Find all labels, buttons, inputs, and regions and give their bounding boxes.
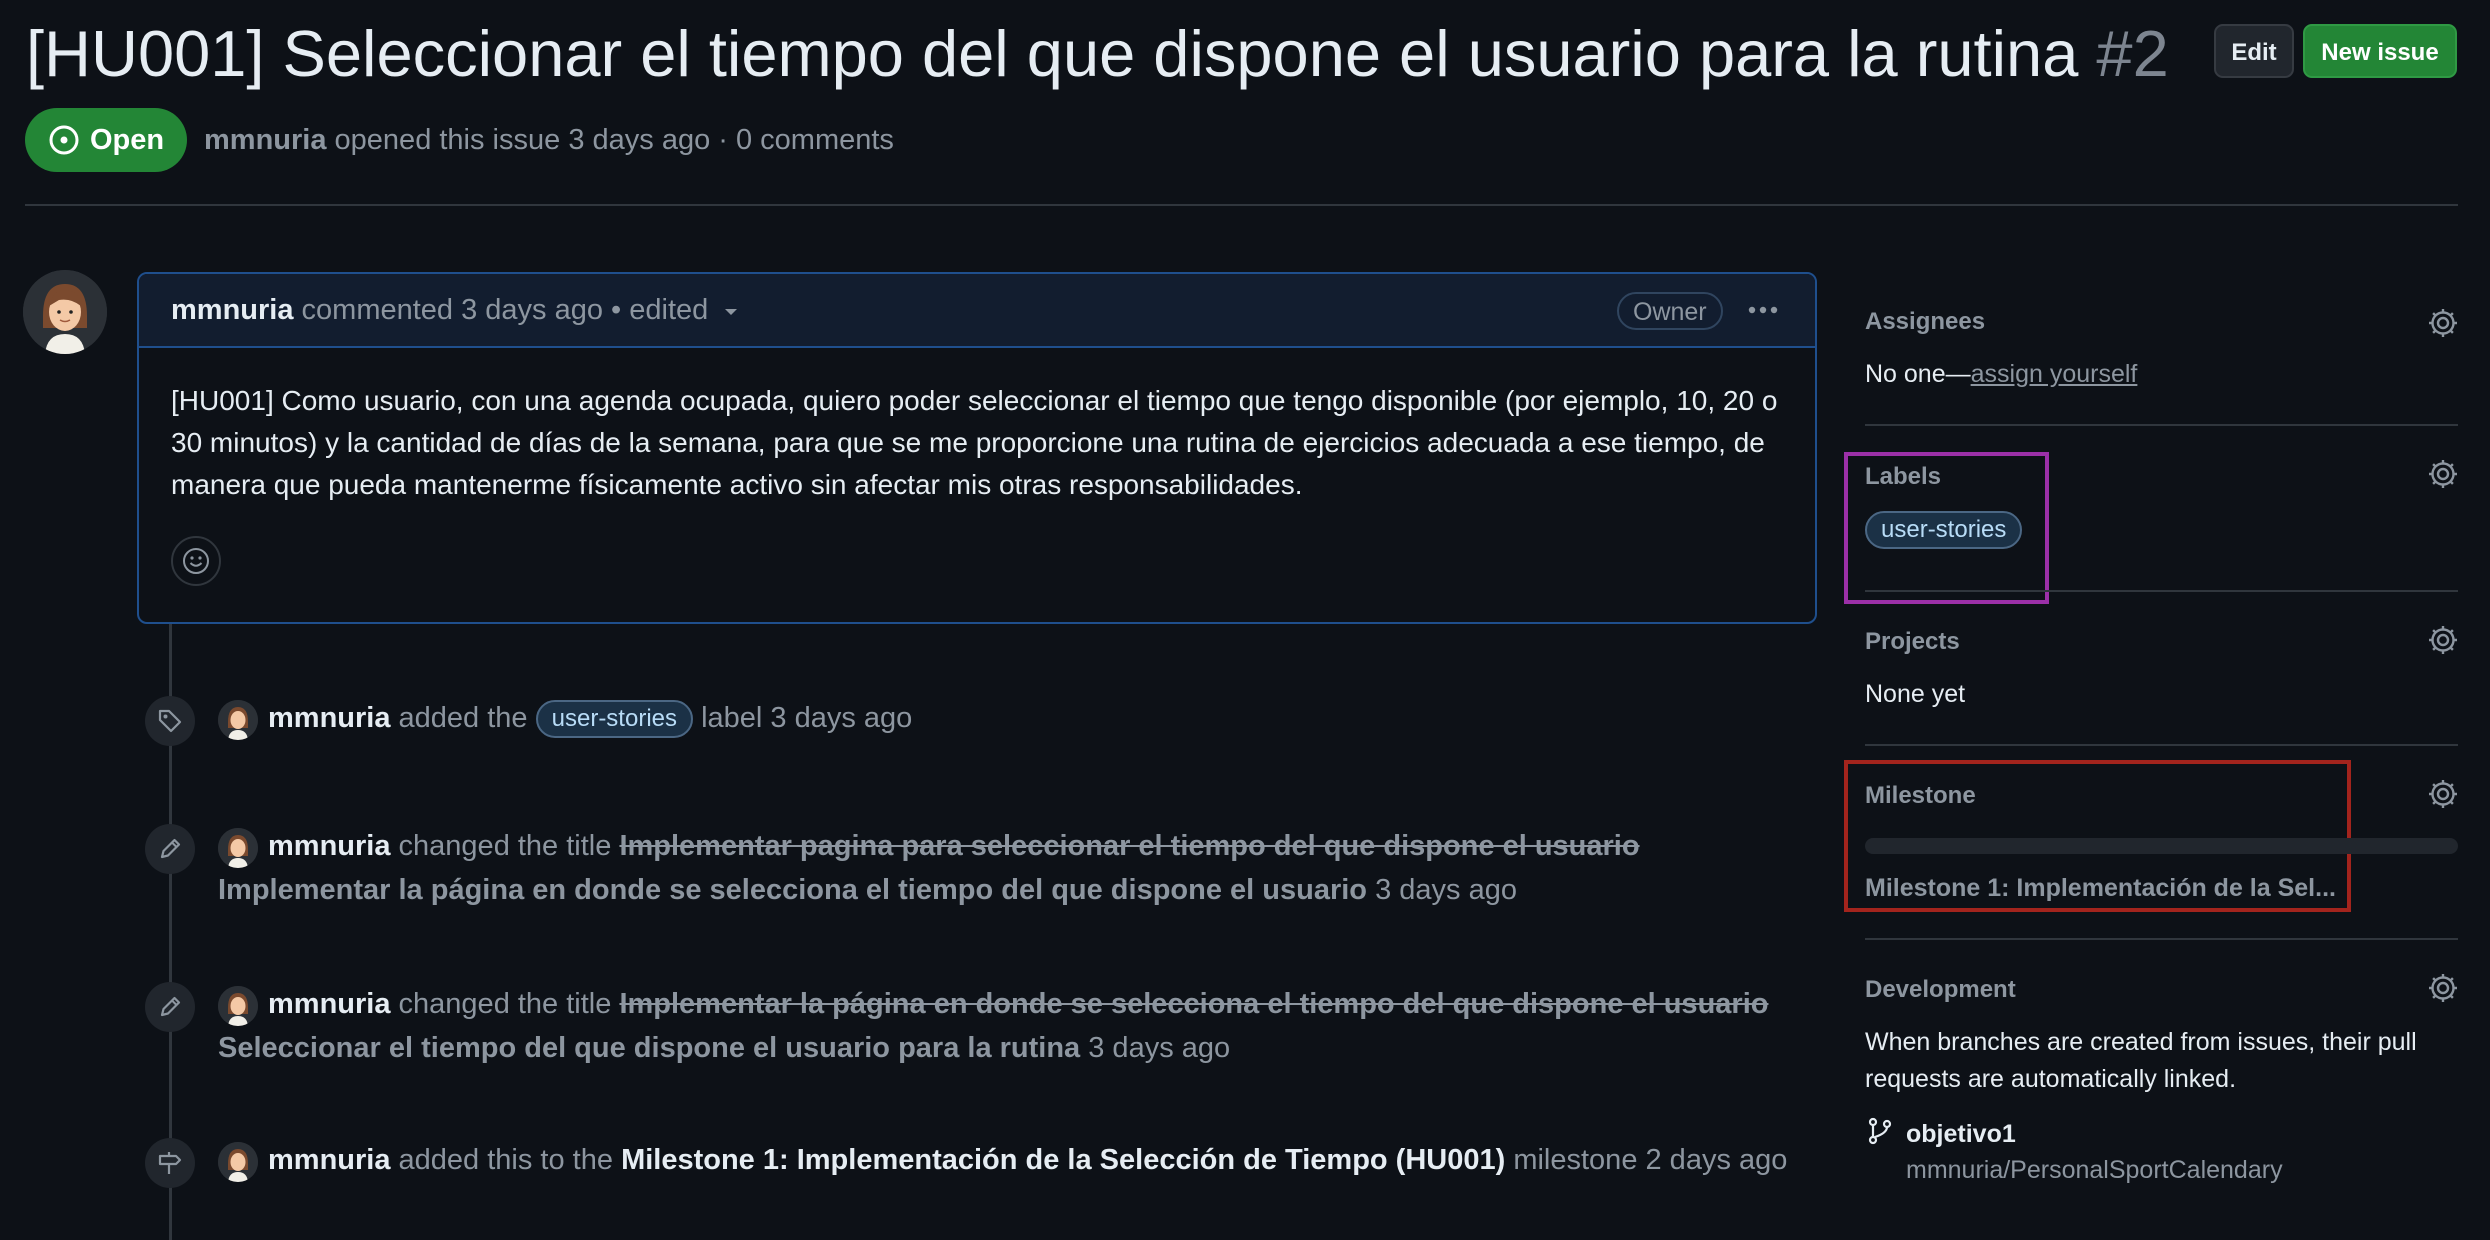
event-text: changed the title (398, 988, 612, 1020)
new-title: Implementar la página en donde se selecc… (218, 874, 1368, 906)
timeline-icon (145, 982, 195, 1032)
milestone-link[interactable]: Milestone 1: Implementación de la Sel... (1865, 870, 2336, 906)
event-text: added this to the (398, 1144, 613, 1176)
event-actor-link[interactable]: mmnuria (268, 1144, 390, 1176)
event-text: added the (398, 702, 528, 734)
gear-icon[interactable] (2425, 456, 2461, 492)
owner-badge: Owner (1617, 292, 1723, 330)
milestone-progress-bar (1865, 838, 2458, 854)
sidebar-divider (1865, 744, 2458, 746)
event-actor-link[interactable]: mmnuria (268, 988, 390, 1020)
status-badge: Open (25, 108, 187, 172)
issue-open-icon (49, 125, 79, 155)
projects-heading: Projects (1865, 628, 1960, 655)
timeline-icon (145, 824, 195, 874)
comment-author-line: mmnuria commented 3 days ago • edited (171, 290, 742, 330)
issue-title: [HU001] Seleccionar el tiempo del que di… (26, 12, 2169, 96)
gear-icon[interactable] (2425, 622, 2461, 658)
assignees-heading: Assignees (1865, 308, 1986, 335)
comment-meta[interactable]: commented 3 days ago • edited (302, 294, 709, 326)
assignees-value: No one—assign yourself (1865, 356, 2137, 392)
event-actor-link[interactable]: mmnuria (268, 830, 390, 862)
issue-meta: mmnuria opened this issue 3 days ago · 0… (204, 118, 894, 162)
smiley-icon (183, 548, 209, 574)
old-title: Implementar pagina para seleccionar el t… (619, 830, 1640, 862)
chevron-down-icon[interactable] (720, 304, 742, 318)
projects-value: None yet (1865, 680, 1966, 708)
event-time[interactable]: 3 days ago (1088, 1032, 1230, 1064)
kebab-menu-icon[interactable] (1743, 290, 1783, 330)
issue-author-link[interactable]: mmnuria (204, 124, 326, 156)
status-text: Open (89, 123, 165, 156)
milestone-icon (158, 1152, 182, 1174)
new-issue-button[interactable]: New issue (2303, 24, 2457, 78)
event-text: label 3 days ago (701, 702, 913, 734)
sidebar-divider (1865, 424, 2458, 426)
event-text: changed the title (398, 830, 612, 862)
event-text: milestone 2 days ago (1513, 1144, 1788, 1176)
label-user-stories[interactable]: user-stories (1865, 511, 2023, 549)
labels-heading: Labels (1865, 463, 1942, 490)
timeline-event: mmnuria changed the title Implementar pa… (218, 824, 1808, 912)
gear-icon[interactable] (2425, 776, 2461, 812)
gear-icon[interactable] (2425, 970, 2461, 1006)
labels-list: user-stories (1865, 511, 2023, 549)
timeline-icon (145, 696, 195, 746)
issue-comment: mmnuria commented 3 days ago • edited Ow… (137, 272, 1817, 624)
comment-body: [HU001] Como usuario, con una agenda ocu… (171, 385, 1778, 500)
timeline-event: mmnuria added the user-stories label 3 d… (218, 696, 1808, 740)
old-title: Implementar la página en donde se selecc… (619, 988, 1769, 1020)
timeline-event: mmnuria changed the title Implementar la… (218, 982, 1808, 1070)
label-user-stories[interactable]: user-stories (535, 700, 693, 739)
milestone-heading: Milestone (1865, 782, 1976, 809)
edit-button[interactable]: Edit (2214, 24, 2294, 78)
timeline-event: mmnuria added this to the Milestone 1: I… (218, 1138, 1808, 1182)
avatar-illustration (23, 270, 107, 354)
avatar[interactable] (23, 270, 107, 354)
issue-number: #2 (2096, 17, 2169, 90)
development-description: When branches are created from issues, t… (1865, 1028, 2417, 1093)
pencil-icon (160, 838, 181, 859)
gear-icon[interactable] (2425, 305, 2461, 341)
issue-title-text: [HU001] Seleccionar el tiempo del que di… (26, 17, 2079, 90)
linked-repo-text: mmnuria/PersonalSportCalendary (1906, 1156, 2283, 1184)
new-title: Seleccionar el tiempo del que dispone el… (218, 1032, 1081, 1064)
git-branch-icon (1868, 1117, 1892, 1145)
event-time[interactable]: 3 days ago (1375, 874, 1517, 906)
timeline-icon (145, 1138, 195, 1188)
sidebar-divider (1865, 590, 2458, 592)
header-divider (25, 204, 2458, 206)
linked-branch-link[interactable]: objetivo1 (1906, 1116, 2016, 1152)
event-actor-link[interactable]: mmnuria (268, 702, 390, 734)
comment-header: mmnuria commented 3 days ago • edited Ow… (139, 274, 1815, 348)
milestone-link[interactable]: Milestone 1: Implementación de la Selecc… (621, 1144, 1505, 1176)
development-heading: Development (1865, 976, 2016, 1003)
pencil-icon (160, 996, 181, 1017)
tag-icon (158, 709, 182, 733)
assignees-text: No one— (1865, 360, 1971, 388)
add-reaction-button[interactable] (171, 536, 221, 586)
assign-yourself-link[interactable]: assign yourself (1971, 360, 2138, 388)
comment-author-link[interactable]: mmnuria (171, 294, 293, 326)
sidebar-divider (1865, 938, 2458, 940)
issue-meta-text: opened this issue 3 days ago · 0 comment… (334, 124, 894, 156)
